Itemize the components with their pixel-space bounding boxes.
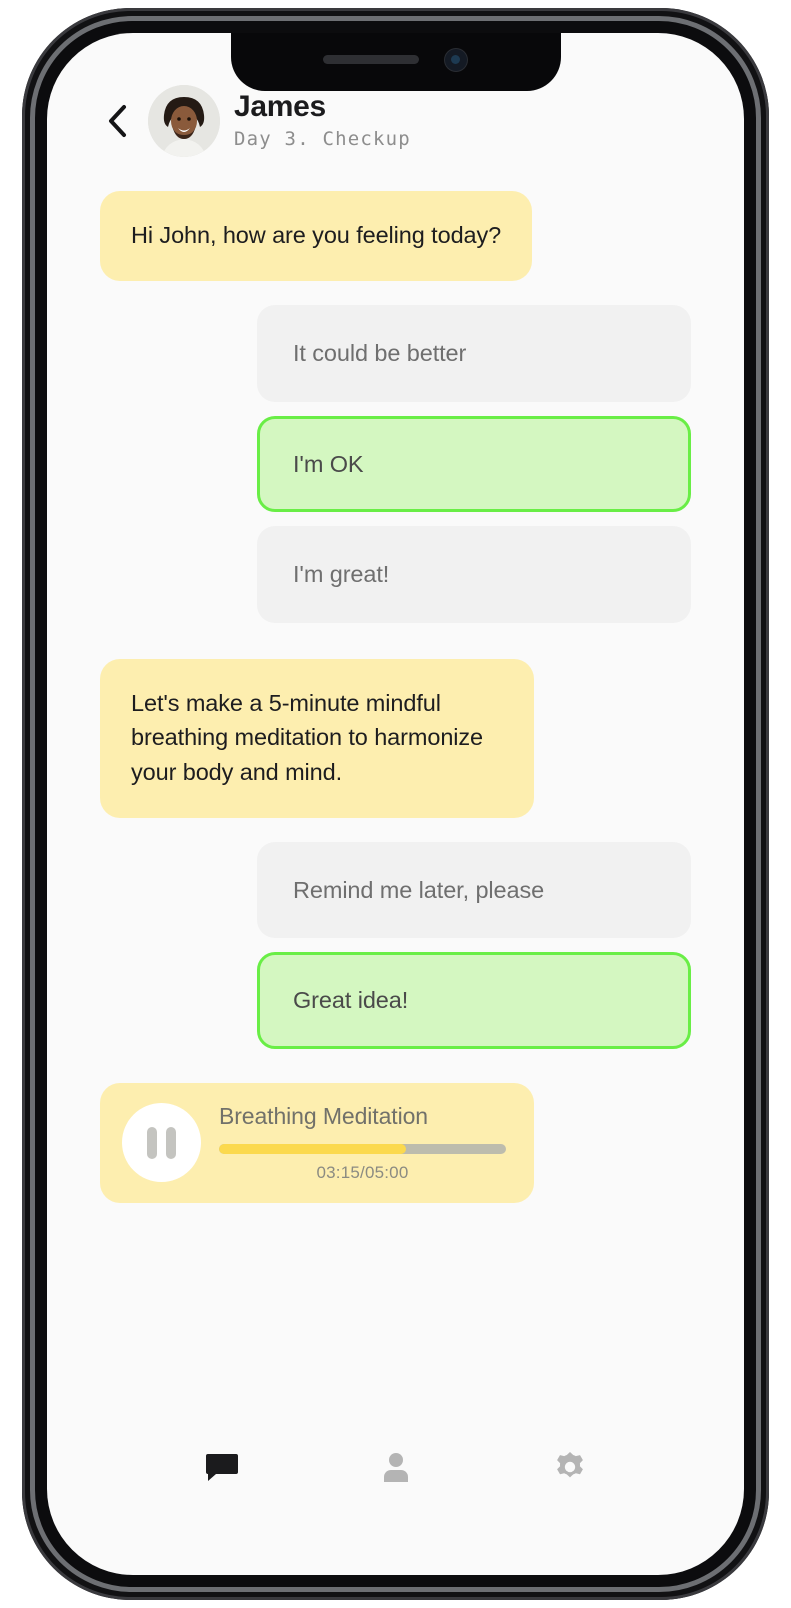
reply-option[interactable]: It could be better bbox=[257, 305, 691, 402]
nav-item-chat[interactable] bbox=[196, 1441, 248, 1493]
nav-item-profile[interactable] bbox=[370, 1441, 422, 1493]
pause-button[interactable] bbox=[122, 1103, 201, 1183]
progress-fill bbox=[219, 1143, 406, 1154]
playback-time: 03:15/05:00 bbox=[316, 1162, 409, 1182]
pause-icon bbox=[147, 1126, 176, 1159]
nav-item-settings[interactable] bbox=[544, 1441, 596, 1493]
player-info: Breathing Meditation 03:15/05:00 bbox=[219, 1103, 510, 1183]
message-list: Hi John, how are you feeling today? It c… bbox=[100, 165, 691, 1417]
user-avatar-photo bbox=[148, 85, 220, 157]
reply-option[interactable]: I'm great! bbox=[257, 526, 691, 623]
chat-bubble-icon bbox=[205, 1451, 239, 1483]
message-group-2: Let's make a 5-minute mindful breathing … bbox=[100, 658, 691, 1049]
page-title: James bbox=[234, 90, 326, 124]
reply-option-selected[interactable]: Great idea! bbox=[257, 952, 691, 1049]
front-camera-icon bbox=[444, 49, 467, 71]
gear-icon bbox=[554, 1451, 586, 1483]
bot-message: Let's make a 5-minute mindful breathing … bbox=[100, 658, 534, 818]
back-button[interactable] bbox=[100, 101, 134, 141]
reply-options-1: It could be better I'm OK I'm great! bbox=[100, 305, 691, 623]
phone-screen: James Day 3. Checkup Hi John, how are yo… bbox=[47, 33, 744, 1575]
reply-option[interactable]: Remind me later, please bbox=[257, 841, 691, 939]
progress-bar[interactable] bbox=[219, 1143, 506, 1154]
message-group-1: Hi John, how are you feeling today? It c… bbox=[100, 191, 691, 623]
track-title: Breathing Meditation bbox=[219, 1102, 428, 1129]
chat-subtitle: Day 3. Checkup bbox=[234, 127, 411, 150]
earpiece-speaker bbox=[322, 55, 419, 64]
notch bbox=[230, 33, 561, 91]
bottom-nav bbox=[100, 1417, 691, 1575]
header-text: James Day 3. Checkup bbox=[234, 90, 411, 151]
reply-option-selected[interactable]: I'm OK bbox=[257, 415, 691, 513]
reply-options-2: Remind me later, please Great idea! bbox=[100, 841, 691, 1049]
bot-message: Hi John, how are you feeling today? bbox=[100, 191, 533, 282]
chat-app: James Day 3. Checkup Hi John, how are yo… bbox=[47, 33, 744, 1575]
audio-player-card: Breathing Meditation 03:15/05:00 bbox=[100, 1082, 534, 1203]
avatar[interactable] bbox=[148, 85, 220, 157]
person-icon bbox=[381, 1451, 411, 1483]
chevron-left-icon bbox=[106, 104, 128, 138]
